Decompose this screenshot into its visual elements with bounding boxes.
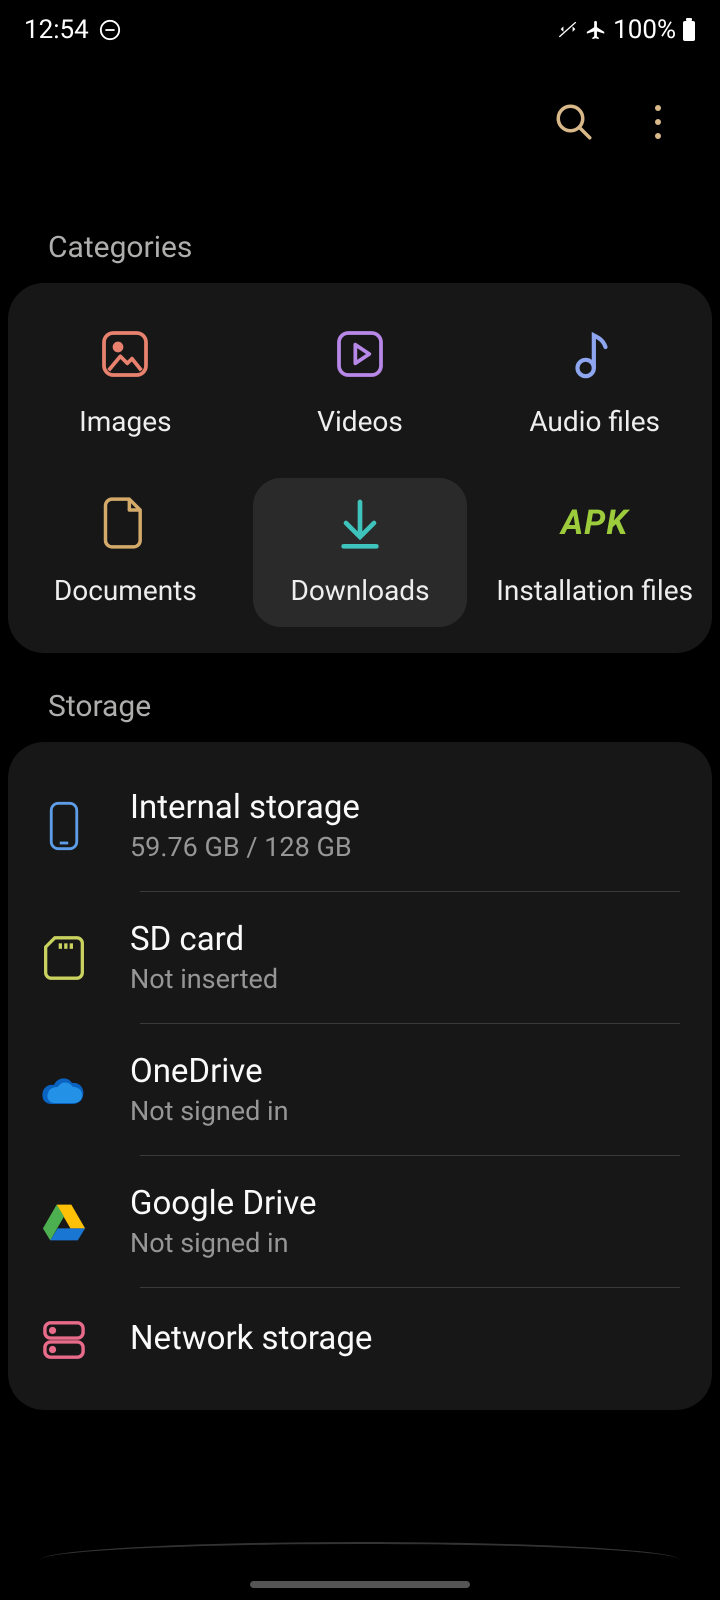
category-downloads[interactable]: Downloads — [253, 478, 468, 627]
nav-handle[interactable] — [250, 1581, 470, 1588]
category-videos[interactable]: Videos — [243, 299, 478, 468]
battery-icon — [682, 18, 696, 42]
storage-network[interactable]: Network storage — [8, 1288, 712, 1392]
category-label: Videos — [317, 405, 403, 438]
status-time: 12:54 — [24, 15, 89, 45]
search-button[interactable] — [552, 100, 596, 144]
categories-card: Images Videos Audio files Documents Down… — [8, 283, 712, 653]
storage-heading: Storage — [0, 689, 720, 742]
category-label: Audio files — [529, 405, 660, 438]
status-battery-text: 100% — [613, 15, 676, 45]
status-bar: 12:54 100% — [0, 0, 720, 60]
dnd-icon — [99, 19, 121, 41]
downloads-icon — [331, 494, 389, 552]
network-icon — [40, 1316, 88, 1364]
storage-title: Google Drive — [130, 1184, 680, 1223]
storage-title: Internal storage — [130, 788, 680, 827]
storage-title: Network storage — [130, 1319, 680, 1358]
storage-sub: Not inserted — [130, 963, 680, 995]
more-button[interactable] — [636, 100, 680, 144]
apk-icon: APK — [566, 494, 624, 552]
storage-sub: Not signed in — [130, 1095, 680, 1127]
videos-icon — [331, 325, 389, 383]
phone-icon — [40, 802, 88, 850]
nav-arc — [40, 1542, 680, 1560]
storage-sub: Not signed in — [130, 1227, 680, 1259]
googledrive-icon — [40, 1198, 88, 1246]
storage-sdcard[interactable]: SD card Not inserted — [8, 892, 712, 1023]
category-label: Documents — [54, 574, 197, 607]
documents-icon — [96, 494, 154, 552]
header — [0, 60, 720, 230]
storage-onedrive[interactable]: OneDrive Not signed in — [8, 1024, 712, 1155]
storage-title: SD card — [130, 920, 680, 959]
storage-sub: 59.76 GB / 128 GB — [130, 831, 680, 863]
sdcard-icon — [40, 934, 88, 982]
category-documents[interactable]: Documents — [8, 468, 243, 637]
categories-heading: Categories — [0, 230, 720, 283]
category-label: Downloads — [290, 574, 429, 607]
category-audio[interactable]: Audio files — [477, 299, 712, 468]
storage-title: OneDrive — [130, 1052, 680, 1091]
audio-icon — [566, 325, 624, 383]
category-label: Images — [79, 405, 171, 438]
storage-card: Internal storage 59.76 GB / 128 GB SD ca… — [8, 742, 712, 1410]
category-installation-files[interactable]: APK Installation files — [477, 468, 712, 637]
vibrate-icon — [557, 19, 579, 41]
category-images[interactable]: Images — [8, 299, 243, 468]
search-icon — [553, 101, 595, 143]
onedrive-icon — [40, 1066, 88, 1114]
images-icon — [96, 325, 154, 383]
storage-internal[interactable]: Internal storage 59.76 GB / 128 GB — [8, 760, 712, 891]
more-icon — [654, 104, 662, 140]
airplane-icon — [585, 19, 607, 41]
storage-googledrive[interactable]: Google Drive Not signed in — [8, 1156, 712, 1287]
category-label: Installation files — [496, 574, 693, 607]
